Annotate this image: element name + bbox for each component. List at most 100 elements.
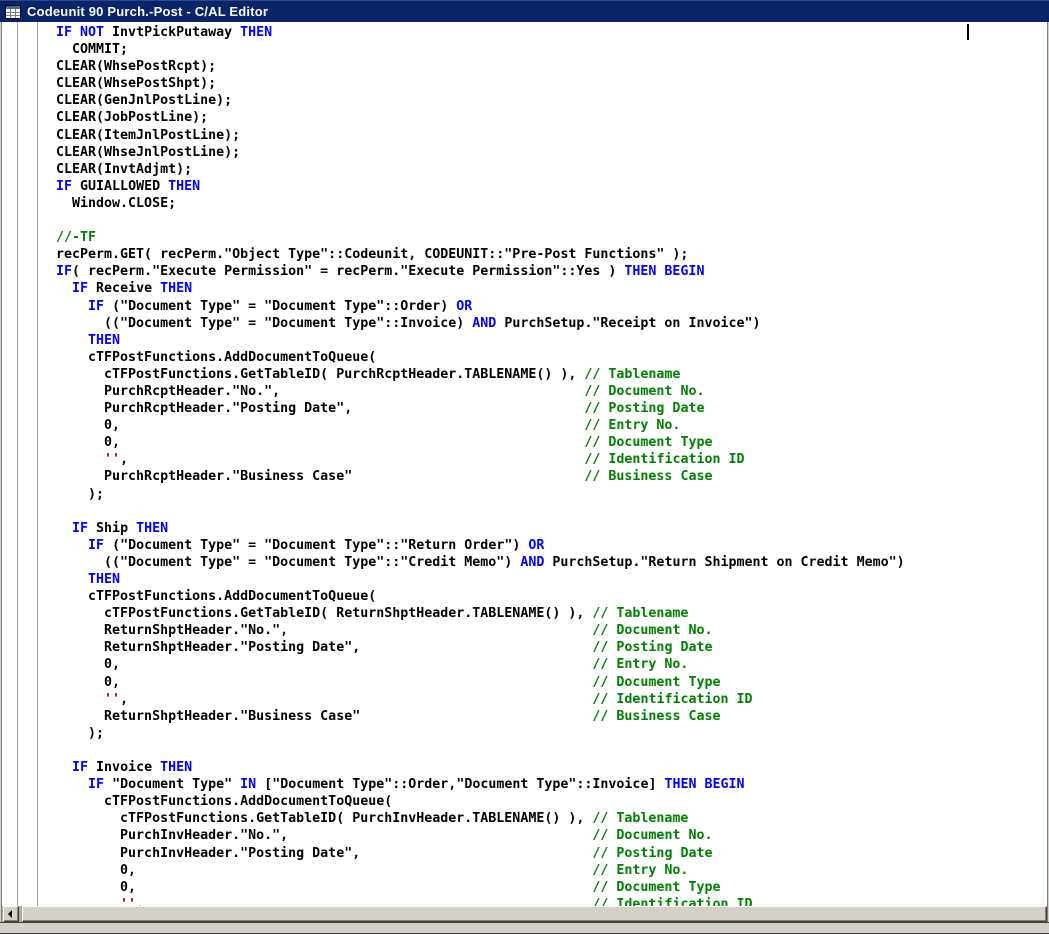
code-line[interactable]: PurchInvHeader."Posting Date", // Postin… <box>56 845 1047 862</box>
code-line[interactable]: //-TF <box>56 229 1047 246</box>
editor-content: IF NOT InvtPickPutaway THEN COMMIT;CLEAR… <box>2 22 1047 906</box>
code-segment: OR <box>528 538 544 553</box>
code-line[interactable]: IF ("Document Type" = "Document Type"::"… <box>56 537 1047 554</box>
code-line[interactable]: CLEAR(WhsePostRcpt); <box>56 58 1047 75</box>
code-segment: (("Document Type" = "Document Type"::Inv… <box>56 316 472 331</box>
text-caret <box>967 24 969 40</box>
code-line[interactable]: THEN <box>56 571 1047 588</box>
code-line[interactable]: cTFPostFunctions.GetTableID( ReturnShptH… <box>56 605 1047 622</box>
code-segment: ("Document Type" = "Document Type"::Orde… <box>112 299 456 314</box>
code-line[interactable]: 0, // Entry No. <box>56 417 1047 434</box>
code-line[interactable]: 0, // Document Type <box>56 879 1047 896</box>
code-line[interactable]: COMMIT; <box>56 41 1047 58</box>
code-line[interactable]: IF( recPerm."Execute Permission" = recPe… <box>56 263 1047 280</box>
code-area[interactable]: IF NOT InvtPickPutaway THEN COMMIT;CLEAR… <box>2 24 1047 906</box>
code-line[interactable]: THEN <box>56 332 1047 349</box>
code-line[interactable]: IF Invoice THEN <box>56 759 1047 776</box>
code-segment: Receive <box>96 281 160 296</box>
code-line[interactable] <box>56 212 1047 229</box>
code-line[interactable]: '', // Identification ID <box>56 691 1047 708</box>
code-line[interactable]: PurchInvHeader."No.", // Document No. <box>56 827 1047 844</box>
code-line[interactable]: CLEAR(JobPostLine); <box>56 109 1047 126</box>
code-segment: ["Document Type"::Order,"Document Type":… <box>264 777 664 792</box>
code-line[interactable]: cTFPostFunctions.AddDocumentToQueue( <box>56 793 1047 810</box>
code-line[interactable]: cTFPostFunctions.AddDocumentToQueue( <box>56 588 1047 605</box>
scrollbar-left-button[interactable] <box>3 906 19 922</box>
code-segment: IF <box>72 760 96 775</box>
code-segment: ( recPerm."Execute Permission" = recPerm… <box>72 264 624 279</box>
cal-editor-window: Codeunit 90 Purch.-Post - C/AL Editor IF… <box>0 0 1049 934</box>
code-line[interactable]: ReturnShptHeader."No.", // Document No. <box>56 622 1047 639</box>
code-line[interactable] <box>56 503 1047 520</box>
code-segment: CLEAR(WhseJnlPostLine); <box>56 145 240 160</box>
code-padding <box>360 640 592 655</box>
horizontal-scrollbar[interactable] <box>2 906 1047 922</box>
window-frame-left <box>0 22 2 922</box>
code-padding <box>352 401 584 416</box>
code-line[interactable]: PurchRcptHeader."Business Case" // Busin… <box>56 468 1047 485</box>
code-segment: CLEAR(WhsePostRcpt); <box>56 59 216 74</box>
code-comment: // Entry No. <box>584 418 680 433</box>
code-segment <box>56 897 120 906</box>
code-line[interactable] <box>56 742 1047 759</box>
code-segment: IF <box>72 521 96 536</box>
code-line[interactable]: IF GUIALLOWED THEN <box>56 178 1047 195</box>
code-line[interactable]: 0, // Entry No. <box>56 656 1047 673</box>
code-segment: IF <box>56 264 72 279</box>
code-line[interactable]: '', // Identification ID <box>56 896 1047 906</box>
code-line[interactable]: (("Document Type" = "Document Type"::Inv… <box>56 315 1047 332</box>
code-line[interactable]: IF NOT InvtPickPutaway THEN <box>56 24 1047 41</box>
code-line[interactable]: IF ("Document Type" = "Document Type"::O… <box>56 298 1047 315</box>
code-segment: cTFPostFunctions.GetTableID( ReturnShptH… <box>56 606 584 621</box>
code-line[interactable]: IF Ship THEN <box>56 520 1047 537</box>
code-line[interactable]: recPerm.GET( recPerm."Object Type"::Code… <box>56 246 1047 263</box>
code-line[interactable]: cTFPostFunctions.AddDocumentToQueue( <box>56 349 1047 366</box>
code-segment <box>56 281 72 296</box>
code-segment: InvtPickPutaway <box>112 25 240 40</box>
code-line[interactable]: '', // Identification ID <box>56 451 1047 468</box>
code-segment: IF <box>88 538 112 553</box>
code-line[interactable]: PurchRcptHeader."Posting Date", // Posti… <box>56 400 1047 417</box>
code-segment: (("Document Type" = "Document Type"::"Cr… <box>56 555 520 570</box>
codeunit-table-icon[interactable] <box>5 5 21 19</box>
code-segment: PurchSetup."Return Shipment on Credit Me… <box>544 555 904 570</box>
code-line[interactable]: CLEAR(WhseJnlPostLine); <box>56 144 1047 161</box>
code-segment: PurchRcptHeader."Business Case" <box>56 469 352 484</box>
code-line[interactable]: 0, // Entry No. <box>56 862 1047 879</box>
code-segment: PurchInvHeader."No.", <box>56 828 288 843</box>
code-segment: ReturnShptHeader."Business Case" <box>56 709 360 724</box>
code-line[interactable]: cTFPostFunctions.GetTableID( PurchInvHea… <box>56 810 1047 827</box>
code-line[interactable]: CLEAR(GenJnlPostLine); <box>56 92 1047 109</box>
code-segment <box>56 572 88 587</box>
code-segment: THEN <box>136 521 168 536</box>
code-segment: IF <box>88 299 112 314</box>
code-line[interactable]: 0, // Document Type <box>56 434 1047 451</box>
code-line[interactable]: ); <box>56 725 1047 742</box>
title-bar[interactable]: Codeunit 90 Purch.-Post - C/AL Editor <box>0 0 1049 22</box>
code-segment <box>56 452 104 467</box>
code-comment: // Document No. <box>592 623 712 638</box>
code-line[interactable]: 0, // Document Type <box>56 674 1047 691</box>
code-line[interactable]: IF "Document Type" IN ["Document Type"::… <box>56 776 1047 793</box>
code-line[interactable]: CLEAR(InvtAdjmt); <box>56 161 1047 178</box>
code-padding <box>120 418 584 433</box>
code-segment: 0, <box>56 418 120 433</box>
code-line[interactable]: ReturnShptHeader."Business Case" // Busi… <box>56 708 1047 725</box>
code-line[interactable]: CLEAR(WhsePostShpt); <box>56 75 1047 92</box>
code-line[interactable]: ); <box>56 486 1047 503</box>
code-line[interactable]: cTFPostFunctions.GetTableID( PurchRcptHe… <box>56 366 1047 383</box>
code-comment: // Tablename <box>592 811 688 826</box>
code-segment: cTFPostFunctions.AddDocumentToQueue( <box>56 794 392 809</box>
code-line[interactable]: Window.CLOSE; <box>56 195 1047 212</box>
scrollbar-thumb[interactable] <box>22 906 1047 922</box>
code-segment: cTFPostFunctions.AddDocumentToQueue( <box>56 589 376 604</box>
code-comment: // Tablename <box>592 606 688 621</box>
code-line[interactable]: ReturnShptHeader."Posting Date", // Post… <box>56 639 1047 656</box>
code-line[interactable]: (("Document Type" = "Document Type"::"Cr… <box>56 554 1047 571</box>
code-line[interactable]: PurchRcptHeader."No.", // Document No. <box>56 383 1047 400</box>
code-segment: THEN <box>160 281 192 296</box>
code-line[interactable]: IF Receive THEN <box>56 280 1047 297</box>
code-segment: Ship <box>96 521 136 536</box>
code-line[interactable]: CLEAR(ItemJnlPostLine); <box>56 127 1047 144</box>
code-segment: '' <box>104 692 120 707</box>
